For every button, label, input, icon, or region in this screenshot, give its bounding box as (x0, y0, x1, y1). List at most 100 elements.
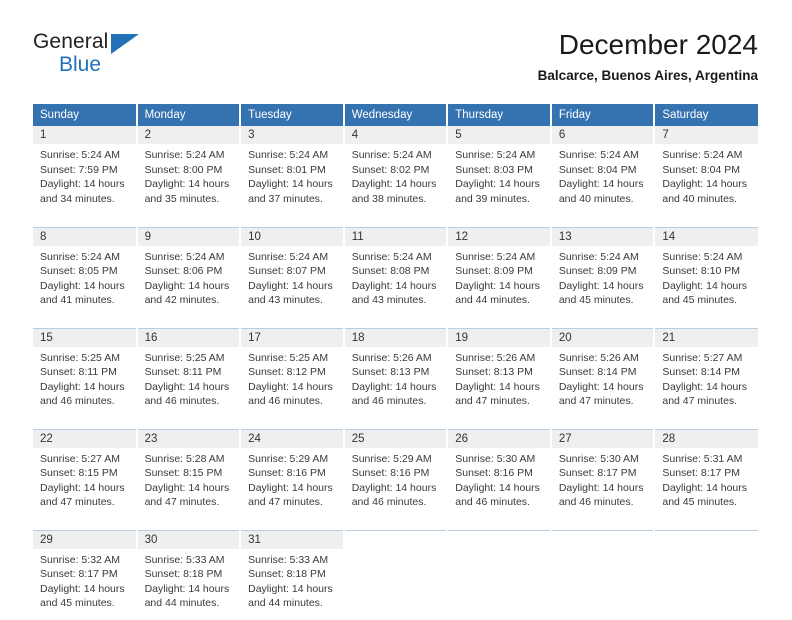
day-details: Sunrise: 5:26 AMSunset: 8:14 PMDaylight:… (552, 347, 654, 409)
daylight-text-line2: and 47 minutes. (145, 495, 236, 510)
sunrise-text: Sunrise: 5:24 AM (559, 148, 650, 163)
day-cell-inner: 22Sunrise: 5:27 AMSunset: 8:15 PMDayligh… (33, 430, 136, 520)
daylight-text-line2: and 40 minutes. (662, 192, 754, 207)
day-details: Sunrise: 5:24 AMSunset: 8:01 PMDaylight:… (241, 144, 343, 206)
calendar-day-cell[interactable]: 13Sunrise: 5:24 AMSunset: 8:09 PMDayligh… (551, 227, 655, 317)
calendar-day-cell[interactable]: 24Sunrise: 5:29 AMSunset: 8:16 PMDayligh… (240, 429, 344, 519)
calendar-day-cell[interactable]: 2Sunrise: 5:24 AMSunset: 8:00 PMDaylight… (137, 126, 241, 216)
calendar-day-cell[interactable]: 20Sunrise: 5:26 AMSunset: 8:14 PMDayligh… (551, 328, 655, 418)
sunrise-text: Sunrise: 5:24 AM (455, 148, 546, 163)
calendar-day-cell[interactable]: 23Sunrise: 5:28 AMSunset: 8:15 PMDayligh… (137, 429, 241, 519)
day-cell-inner: 30Sunrise: 5:33 AMSunset: 8:18 PMDayligh… (138, 531, 240, 620)
daylight-text-line1: Daylight: 14 hours (662, 380, 754, 395)
calendar-day-cell[interactable]: 18Sunrise: 5:26 AMSunset: 8:13 PMDayligh… (344, 328, 448, 418)
calendar-day-cell[interactable]: 27Sunrise: 5:30 AMSunset: 8:17 PMDayligh… (551, 429, 655, 519)
day-cell-inner: 6Sunrise: 5:24 AMSunset: 8:04 PMDaylight… (552, 126, 654, 216)
day-cell-inner: 8Sunrise: 5:24 AMSunset: 8:05 PMDaylight… (33, 228, 136, 318)
day-details: Sunrise: 5:27 AMSunset: 8:15 PMDaylight:… (33, 448, 136, 510)
weekday-header-monday: Monday (137, 104, 241, 126)
calendar-day-cell[interactable]: 1Sunrise: 5:24 AMSunset: 7:59 PMDaylight… (33, 126, 137, 216)
day-details: Sunrise: 5:28 AMSunset: 8:15 PMDaylight:… (138, 448, 240, 510)
calendar-day-cell[interactable]: 6Sunrise: 5:24 AMSunset: 8:04 PMDaylight… (551, 126, 655, 216)
calendar-week-row: 8Sunrise: 5:24 AMSunset: 8:05 PMDaylight… (33, 227, 758, 317)
day-number: 23 (138, 430, 240, 448)
calendar-day-cell[interactable]: 3Sunrise: 5:24 AMSunset: 8:01 PMDaylight… (240, 126, 344, 216)
sunrise-text: Sunrise: 5:24 AM (559, 250, 650, 265)
daylight-text-line1: Daylight: 14 hours (145, 177, 236, 192)
calendar-day-cell[interactable]: 30Sunrise: 5:33 AMSunset: 8:18 PMDayligh… (137, 530, 241, 620)
daylight-text-line1: Daylight: 14 hours (248, 582, 339, 597)
calendar-day-cell[interactable]: 4Sunrise: 5:24 AMSunset: 8:02 PMDaylight… (344, 126, 448, 216)
sunrise-text: Sunrise: 5:31 AM (662, 452, 754, 467)
week-spacer (33, 216, 758, 227)
calendar-day-cell[interactable]: 5Sunrise: 5:24 AMSunset: 8:03 PMDaylight… (447, 126, 551, 216)
day-cell-inner: 12Sunrise: 5:24 AMSunset: 8:09 PMDayligh… (448, 228, 550, 318)
calendar-day-cell[interactable]: 25Sunrise: 5:29 AMSunset: 8:16 PMDayligh… (344, 429, 448, 519)
day-cell-inner: 4Sunrise: 5:24 AMSunset: 8:02 PMDaylight… (345, 126, 447, 216)
daylight-text-line2: and 34 minutes. (40, 192, 132, 207)
calendar-day-cell[interactable]: 22Sunrise: 5:27 AMSunset: 8:15 PMDayligh… (33, 429, 137, 519)
sunset-text: Sunset: 8:16 PM (248, 466, 339, 481)
sunrise-text: Sunrise: 5:24 AM (145, 148, 236, 163)
sunrise-text: Sunrise: 5:29 AM (248, 452, 339, 467)
week-spacer-row (33, 317, 758, 328)
day-number (552, 531, 654, 549)
sunrise-text: Sunrise: 5:24 AM (352, 250, 443, 265)
sunset-text: Sunset: 8:16 PM (352, 466, 443, 481)
day-number (345, 531, 447, 549)
day-cell-inner: 19Sunrise: 5:26 AMSunset: 8:13 PMDayligh… (448, 329, 550, 419)
generalblue-logo[interactable]: General Blue (33, 30, 163, 82)
sunset-text: Sunset: 8:15 PM (145, 466, 236, 481)
daylight-text-line1: Daylight: 14 hours (248, 481, 339, 496)
sunset-text: Sunset: 8:18 PM (248, 567, 339, 582)
day-details: Sunrise: 5:26 AMSunset: 8:13 PMDaylight:… (345, 347, 447, 409)
daylight-text-line1: Daylight: 14 hours (40, 481, 132, 496)
day-number: 6 (552, 126, 654, 144)
day-number: 18 (345, 329, 447, 347)
sunset-text: Sunset: 8:10 PM (662, 264, 754, 279)
day-cell-inner: 26Sunrise: 5:30 AMSunset: 8:16 PMDayligh… (448, 430, 550, 520)
calendar-day-cell[interactable]: 17Sunrise: 5:25 AMSunset: 8:12 PMDayligh… (240, 328, 344, 418)
day-details: Sunrise: 5:24 AMSunset: 8:08 PMDaylight:… (345, 246, 447, 308)
calendar-day-cell[interactable]: 28Sunrise: 5:31 AMSunset: 8:17 PMDayligh… (654, 429, 758, 519)
day-number: 28 (655, 430, 758, 448)
day-details: Sunrise: 5:25 AMSunset: 8:11 PMDaylight:… (33, 347, 136, 409)
day-number: 1 (33, 126, 136, 144)
day-number: 7 (655, 126, 758, 144)
day-details: Sunrise: 5:24 AMSunset: 8:10 PMDaylight:… (655, 246, 758, 308)
calendar-day-cell[interactable]: 31Sunrise: 5:33 AMSunset: 8:18 PMDayligh… (240, 530, 344, 620)
weekday-header-sunday: Sunday (33, 104, 137, 126)
day-cell-inner: 10Sunrise: 5:24 AMSunset: 8:07 PMDayligh… (241, 228, 343, 318)
calendar-day-cell[interactable]: 29Sunrise: 5:32 AMSunset: 8:17 PMDayligh… (33, 530, 137, 620)
sunset-text: Sunset: 8:02 PM (352, 163, 443, 178)
calendar-day-cell[interactable]: 8Sunrise: 5:24 AMSunset: 8:05 PMDaylight… (33, 227, 137, 317)
calendar-day-cell[interactable]: 7Sunrise: 5:24 AMSunset: 8:04 PMDaylight… (654, 126, 758, 216)
calendar-day-cell[interactable]: 16Sunrise: 5:25 AMSunset: 8:11 PMDayligh… (137, 328, 241, 418)
day-cell-inner (448, 531, 550, 620)
daylight-text-line2: and 44 minutes. (145, 596, 236, 611)
day-cell-inner: 21Sunrise: 5:27 AMSunset: 8:14 PMDayligh… (655, 329, 758, 419)
week-spacer-row (33, 418, 758, 429)
daylight-text-line2: and 45 minutes. (662, 293, 754, 308)
day-number: 26 (448, 430, 550, 448)
calendar-day-cell[interactable]: 19Sunrise: 5:26 AMSunset: 8:13 PMDayligh… (447, 328, 551, 418)
sunset-text: Sunset: 8:12 PM (248, 365, 339, 380)
daylight-text-line2: and 47 minutes. (559, 394, 650, 409)
calendar-day-cell[interactable]: 26Sunrise: 5:30 AMSunset: 8:16 PMDayligh… (447, 429, 551, 519)
calendar-day-cell[interactable]: 14Sunrise: 5:24 AMSunset: 8:10 PMDayligh… (654, 227, 758, 317)
sunset-text: Sunset: 8:04 PM (559, 163, 650, 178)
calendar-day-cell[interactable]: 10Sunrise: 5:24 AMSunset: 8:07 PMDayligh… (240, 227, 344, 317)
sunset-text: Sunset: 8:13 PM (352, 365, 443, 380)
daylight-text-line2: and 46 minutes. (352, 394, 443, 409)
sunrise-text: Sunrise: 5:26 AM (559, 351, 650, 366)
day-number: 10 (241, 228, 343, 246)
page-header: General Blue December 2024 Balcarce, Bue… (33, 28, 758, 90)
calendar-day-cell[interactable]: 9Sunrise: 5:24 AMSunset: 8:06 PMDaylight… (137, 227, 241, 317)
calendar-day-cell[interactable]: 21Sunrise: 5:27 AMSunset: 8:14 PMDayligh… (654, 328, 758, 418)
calendar-day-cell[interactable]: 11Sunrise: 5:24 AMSunset: 8:08 PMDayligh… (344, 227, 448, 317)
day-number: 31 (241, 531, 343, 549)
calendar-day-cell[interactable]: 15Sunrise: 5:25 AMSunset: 8:11 PMDayligh… (33, 328, 137, 418)
daylight-text-line1: Daylight: 14 hours (145, 279, 236, 294)
calendar-day-cell[interactable]: 12Sunrise: 5:24 AMSunset: 8:09 PMDayligh… (447, 227, 551, 317)
day-number: 15 (33, 329, 136, 347)
